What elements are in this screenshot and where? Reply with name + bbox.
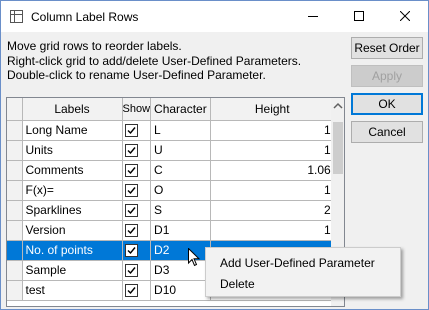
character-cell[interactable]: D3 [150, 260, 211, 281]
character-cell[interactable]: O [150, 180, 211, 201]
row-header[interactable] [7, 200, 23, 221]
show-cell[interactable] [122, 160, 152, 181]
cancel-button[interactable]: Cancel [351, 121, 423, 143]
app-icon [10, 10, 23, 23]
ok-button[interactable]: OK [351, 93, 423, 115]
show-cell[interactable] [122, 180, 152, 201]
label-cell[interactable]: Sparklines [22, 200, 123, 221]
row-header[interactable] [7, 260, 23, 281]
mouse-cursor-icon [188, 248, 200, 267]
maximize-icon [354, 11, 364, 21]
label-cell[interactable]: Version [22, 220, 123, 241]
label-cell[interactable]: Sample [22, 260, 123, 281]
scroll-thumb[interactable] [333, 122, 343, 174]
label-cell[interactable]: F(x)= [22, 180, 123, 201]
row-header[interactable] [7, 180, 23, 201]
checkmark-icon [127, 227, 136, 235]
apply-button[interactable]: Apply [351, 65, 423, 87]
height-cell[interactable]: 1 [210, 180, 335, 201]
show-cell[interactable] [122, 260, 152, 281]
label-cell[interactable]: Units [22, 140, 123, 161]
table-row[interactable]: Units U 1 [7, 140, 335, 161]
reset-order-button[interactable]: Reset Order [351, 37, 423, 59]
maximize-button[interactable] [336, 1, 382, 32]
show-checkbox[interactable] [124, 264, 138, 278]
show-checkbox[interactable] [124, 224, 138, 238]
row-header[interactable] [7, 160, 23, 181]
character-cell[interactable]: D10 [150, 280, 211, 301]
show-cell[interactable] [122, 140, 152, 161]
minimize-icon [308, 16, 318, 17]
checkmark-icon [127, 267, 136, 275]
height-cell[interactable]: 1 [210, 220, 335, 241]
header-labels[interactable]: Labels [22, 98, 123, 121]
character-cell[interactable]: U [150, 140, 211, 161]
checkmark-icon [127, 167, 136, 175]
row-header[interactable] [7, 280, 23, 301]
table-row[interactable]: Comments C 1.06 [7, 160, 335, 181]
corner-cell[interactable] [7, 98, 23, 121]
character-cell[interactable]: S [150, 200, 211, 221]
table-row[interactable]: Long Name L 1 [7, 120, 335, 141]
height-cell[interactable]: 1.06 [210, 160, 335, 181]
checkmark-icon [127, 207, 136, 215]
show-cell[interactable] [122, 280, 152, 301]
title-bar[interactable]: Column Label Rows [1, 1, 428, 32]
dialog-window: Column Label Rows Move grid rows to reor… [0, 0, 429, 310]
instruction-line: Double-click to rename User-Defined Para… [7, 68, 266, 82]
height-cell[interactable]: 1 [210, 140, 335, 161]
checkmark-icon [127, 187, 136, 195]
row-header[interactable] [7, 120, 23, 141]
show-checkbox[interactable] [124, 284, 138, 298]
grid-header-row: Labels Show Character Height [7, 98, 335, 121]
show-checkbox[interactable] [124, 124, 138, 138]
show-checkbox[interactable] [124, 204, 138, 218]
minimize-button[interactable] [290, 1, 336, 32]
window-title: Column Label Rows [31, 10, 139, 24]
header-show[interactable]: Show [122, 98, 152, 121]
character-cell[interactable]: D2 [150, 240, 211, 261]
show-cell[interactable] [122, 200, 152, 221]
checkmark-icon [127, 247, 136, 255]
show-cell[interactable] [122, 220, 152, 241]
show-cell[interactable] [122, 240, 152, 261]
scroll-up-icon[interactable] [331, 98, 345, 115]
instruction-line: Move grid rows to reorder labels. [7, 39, 182, 53]
table-row[interactable]: Version D1 1 [7, 220, 335, 241]
label-cell[interactable]: Comments [22, 160, 123, 181]
close-icon [400, 11, 410, 21]
instruction-line: Right-click grid to add/delete User-Defi… [7, 53, 302, 68]
height-cell[interactable]: 1 [210, 120, 335, 141]
header-height[interactable]: Height [210, 98, 335, 121]
show-cell[interactable] [122, 120, 152, 141]
label-cell[interactable]: test [22, 280, 123, 301]
character-cell[interactable]: L [150, 120, 211, 141]
header-character[interactable]: Character [150, 98, 211, 121]
table-row[interactable]: F(x)= O 1 [7, 180, 335, 201]
context-menu: Add User-Defined Parameter Delete [205, 247, 401, 297]
checkmark-icon [127, 147, 136, 155]
label-cell[interactable]: Long Name [22, 120, 123, 141]
label-cell[interactable]: No. of points [22, 240, 123, 261]
character-cell[interactable]: C [150, 160, 211, 181]
show-checkbox[interactable] [124, 244, 138, 258]
close-button[interactable] [382, 1, 428, 32]
height-cell[interactable]: 2 [210, 200, 335, 221]
row-header[interactable] [7, 140, 23, 161]
show-checkbox[interactable] [124, 164, 138, 178]
row-header[interactable] [7, 240, 23, 261]
menu-item-add-parameter[interactable]: Add User-Defined Parameter [220, 256, 375, 270]
table-row[interactable]: Sparklines S 2 [7, 200, 335, 221]
character-cell[interactable]: D1 [150, 220, 211, 241]
show-checkbox[interactable] [124, 184, 138, 198]
show-checkbox[interactable] [124, 144, 138, 158]
checkmark-icon [127, 127, 136, 135]
checkmark-icon [127, 287, 136, 295]
row-header[interactable] [7, 220, 23, 241]
menu-item-delete[interactable]: Delete [220, 277, 255, 291]
instructions: Move grid rows to reorder labels. Right-… [7, 39, 301, 83]
